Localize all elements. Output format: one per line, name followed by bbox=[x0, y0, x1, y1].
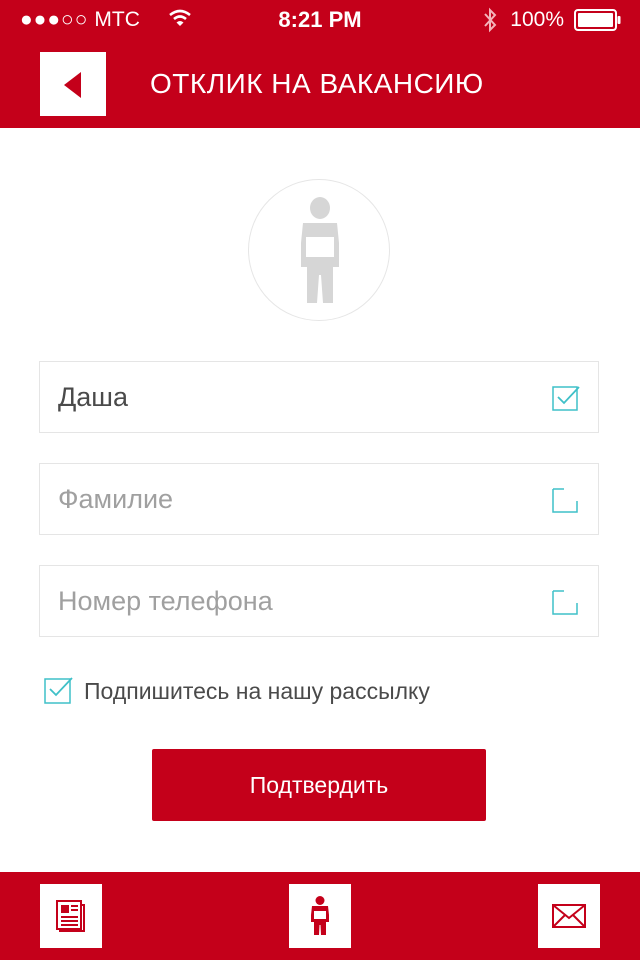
tab-news[interactable] bbox=[40, 884, 102, 948]
subscribe-label[interactable]: Подпишитесь на нашу рассылку bbox=[84, 678, 430, 705]
phone-field[interactable] bbox=[39, 565, 599, 637]
checkbox-checked-icon[interactable] bbox=[44, 676, 74, 709]
page-title: ОТКЛИК НА ВАКАНСИЮ bbox=[150, 68, 484, 99]
battery-percent: 100% bbox=[510, 8, 564, 31]
battery-icon bbox=[574, 9, 622, 31]
newspaper-icon bbox=[56, 900, 85, 932]
person-icon bbox=[301, 197, 339, 303]
last-name-field[interactable] bbox=[39, 463, 599, 535]
avatar[interactable] bbox=[248, 179, 390, 321]
last-name-input[interactable] bbox=[58, 464, 538, 534]
back-button[interactable] bbox=[40, 52, 106, 116]
tab-vacancy[interactable] bbox=[289, 884, 351, 948]
checkbox-empty-icon bbox=[552, 487, 580, 518]
checkbox-empty-icon bbox=[552, 589, 580, 620]
envelope-icon bbox=[552, 904, 586, 928]
person-icon bbox=[311, 896, 329, 935]
top-bar: ●●●○○ МТС 8:21 PM 100% ОТКЛИК НА ВАКАНСИ… bbox=[0, 0, 640, 128]
phone-input[interactable] bbox=[58, 566, 538, 636]
checkbox-checked-icon bbox=[552, 385, 580, 416]
tab-mail[interactable] bbox=[538, 884, 600, 948]
bluetooth-icon bbox=[482, 7, 498, 38]
back-arrow-icon bbox=[64, 72, 81, 98]
first-name-input[interactable] bbox=[58, 362, 538, 432]
status-bar: ●●●○○ МТС 8:21 PM 100% bbox=[0, 0, 640, 40]
submit-button[interactable]: Подтвердить bbox=[152, 749, 486, 821]
first-name-field[interactable] bbox=[39, 361, 599, 433]
